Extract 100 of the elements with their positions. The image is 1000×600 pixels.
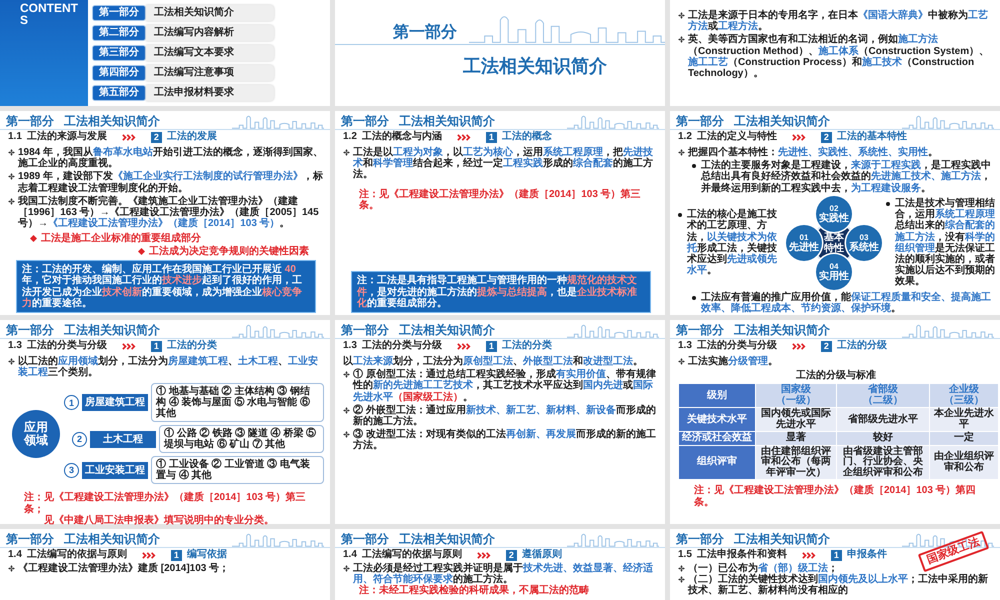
table-cell: 一定 [930, 432, 998, 445]
slide-title: 工法相关知识简介 [734, 322, 830, 338]
part-label: 第一部分 [676, 531, 724, 547]
section-title: 工法的分类与分级 [362, 340, 442, 352]
slide-title: 工法相关知识简介 [734, 531, 830, 547]
section-number: 1.1 [8, 131, 22, 143]
bullet-icon [692, 164, 696, 168]
note-text: 见《中建八局工法申报表》填写说明中的专业分类。 [43, 514, 275, 526]
slide-title: 工法相关知识简介 [399, 113, 495, 129]
column-header: 级别 [679, 384, 755, 408]
column-header: 国家级 （一级） [756, 384, 836, 408]
chevron-icon [456, 134, 471, 140]
bullet-icon [678, 358, 685, 365]
bullet-text: 工法的核心是施工技术的工艺原理、方法，以关键技术为依托形成工法，关键技术应达到先进或领先水平。 [687, 209, 778, 276]
topic-title: 工法的分类 [502, 340, 552, 352]
slide-thumbnail[interactable]: 工法是来源于日本的专用名字，在日本《国语大辞典》中被称为工艺方法或工程方法。 英、美等西方国家也有和工法相近的名词，例如施工方法 （Construction Method）、施工体系（Construction System）、 施工工艺（Construction Process）和施工技术（Construction Technology）。 [670, 0, 1000, 106]
slide-thumbnail[interactable]: 第一部分 工法相关知识简介 1.2 工法的概念与内涵 1 工法的概念 工法是以工程为对象，以工艺为核心，运用系统工程原理，把先进技术和科学管理结合起来，经过一定工程实践形成的综合配套的施工方法。 注：见《工程建设工法管理办法》（建质［2014］103 号）第三条。 注：工法是具有指导工程施工与管理作用的一种规范化的技术文件，是对先进的施工方法的提炼与总结提高，也是企业技术标准化的重要组成部分。 [335, 111, 665, 315]
chevron-icon [122, 134, 136, 140]
chevron-icon [456, 342, 471, 350]
row-header: 关键技术水平 [679, 408, 755, 432]
bullet-icon [886, 202, 890, 206]
bullet-text: 工法是来源于日本的专用名字，在日本《国语大辞典》中被称为工艺方法或工程方法。 [688, 10, 989, 32]
topic-title: 工法的分类 [166, 340, 217, 352]
feature-circle: 02 实践性 [816, 196, 852, 232]
note-text: 注：见《工程建设工法管理办法》（建质［2014］103 号）第三条； [24, 492, 307, 515]
slide-title: 工法相关知识简介 [734, 113, 830, 129]
number-badge: 1 [830, 550, 842, 560]
body-text: 以工法来源划分，工法分为原创型工法、外嵌型工法和改进型工法。 [343, 356, 644, 368]
section-number: 1.4 [8, 549, 22, 561]
number-circle: 3 [64, 462, 79, 478]
part-label: 第一部分 [341, 322, 389, 338]
bullet-text: 工法的主要服务对象是工程建设，来源于工程实践，是工程实践中总结出具有良好经济效益和社会效益的先进施工技术、施工方法，并最终运用到新的工程实践中去，为工程建设服务。 [701, 160, 992, 194]
number-badge: 1 [486, 132, 497, 142]
bullet-text: 1989 年，建设部下发《施工企业实行工法制度的试行管理办法》，标志着工程建设工法管理制度化的开始。 [18, 171, 324, 194]
bullet-text: 工法应有普遍的推广应用价值，能保证工程质量和安全、提高施工效率、降低工程成本、节约资源、保护环境。 [701, 292, 992, 314]
part-label: 第三部分 [92, 45, 146, 61]
table-cell: 本企业先进水平 [930, 408, 998, 432]
feature-circle: 01 先进性 [786, 224, 822, 261]
section-number: 1.3 [678, 340, 692, 352]
slide-thumbnail[interactable] [0, 111, 330, 315]
bullet-text: 工法是技术与管理相结合，运用系统工程原理 总结出来的综合配套的施工方法，没有科学的组织管理是无法保证工法的顺利实施的，或者实施以后达不到预期的效果。 [895, 198, 996, 288]
stamp: 国家级工法 [918, 530, 990, 572]
part-label: 第四部分 [92, 65, 146, 81]
chevron-icon [476, 552, 491, 558]
bullet-text: （二）工法的关键性技术达到国内领先及以上水平；工法中采用的新技术、新工艺、新材料尚没有相应的 [688, 574, 989, 597]
section-number: 1.3 [8, 340, 22, 352]
chevron-icon [802, 552, 816, 558]
bullet-icon [678, 36, 685, 44]
bullet-icon [8, 198, 15, 205]
bullet-icon [343, 149, 350, 156]
section-number: 1.3 [343, 340, 357, 352]
section-title: 工法的分类与分级 [26, 340, 107, 352]
part-title: 工法申报材料要求 [146, 85, 274, 101]
table-cell: 省部级先进水平 [837, 408, 929, 432]
slide-thumbnail[interactable] [670, 320, 1000, 524]
slide-thumbnail[interactable]: 第一部分 工法相关知识简介 [335, 0, 665, 106]
number-badge: 1 [150, 340, 162, 352]
slide-thumbnail[interactable]: CONTENTS 第一部分 工法相关知识简介 第二部分 工法编写内容解析 第三部分 工法编写文本要求 第四部分 工法编写注意事项 第五部分 工法申报材料要求 [0, 0, 330, 106]
part-label: 第一部分 [341, 113, 389, 129]
slide-title: 工法相关知识简介 [399, 531, 495, 547]
note-text: 注：见《工程建设工法管理办法》（建质［2014］103 号）第四条。 [694, 485, 977, 508]
section-title: 工法的概念与内涵 [362, 131, 442, 143]
feature-circle: 03 系统性 [846, 224, 882, 261]
number-badge: 1 [170, 550, 182, 560]
table-cell: 国内领先或国际先进水平 [756, 408, 836, 432]
slide-thumbnail[interactable]: 第一部分 工法相关知识简介 1.4 工法编写的依据与原则 2 遵循原则 工法必须是经过工程实践并证明是属于技术先进、效益显著、经济适用、符合节能环保要求的施工方法。 注：未经工程实践检验的科研成果，不属工法的范畴 [335, 529, 665, 600]
diamond-icon [138, 248, 145, 255]
bullet-icon [678, 149, 685, 156]
bullet-text: 1984 年，我国从鲁布革水电站开始引进工法的概念，逐渐得到国家、施工企业的高度重视。 [18, 147, 324, 170]
number-circle: 2 [72, 432, 87, 447]
section-number: 1.2 [343, 131, 357, 143]
slide-thumbnail[interactable] [0, 320, 330, 524]
topic-title: 工法的基本特性 [836, 131, 907, 143]
number-badge: 1 [486, 340, 497, 352]
slide-thumbnail[interactable] [335, 320, 665, 524]
slide-title: 工法相关知识简介 [64, 322, 160, 338]
category-detail: ① 公路 ② 铁路 ③ 隧道 ④ 桥梁 ⑤ 堤坝与电站 ⑥ 矿山 ⑦ 其他 [159, 425, 324, 454]
slide-thumbnail[interactable]: 第一部分 工法相关知识简介 1.4 工法编写的依据与原则 1 编写依据 《工程建设工法管理办法》建质 [2014]103 号； [0, 529, 330, 600]
table-cell: 由住建部组织评审和公布（每两年评审一次） [756, 446, 836, 480]
section-title: 工法申报条件和资料 [696, 549, 787, 561]
category-label: 工业安装工程 [82, 462, 148, 479]
part-label: 第二部分 [92, 25, 146, 41]
number-circle: 1 [64, 395, 79, 410]
topic-title: 工法的发展 [166, 131, 217, 143]
key-point-text: 工法是施工企业标准的重要组成部分 [41, 233, 201, 244]
bullet-text: 以工法的应用领域划分，工法分为房屋建筑工程、土木工程、工业安装工程三个类别。 [18, 356, 319, 378]
bullet-icon [678, 213, 682, 218]
category-detail: ① 地基与基础 ② 主体结构 ③ 钢结构 ④ 装饰与屋面 ⑤ 水电与智能 ⑥ 其他 [151, 383, 324, 422]
slide-thumbnail[interactable] [670, 111, 1000, 315]
slide-thumbnail[interactable]: 第一部分 工法相关知识简介 1.5 工法申报条件和资料 1 申报条件 （一）已公布为省（部）级工法； （二）工法的关键性技术达到国内领先及以上水平；工法中采用的新技术、新工艺、新材料尚没有相应的 国家级工法 [670, 529, 1000, 600]
number-badge: 2 [506, 550, 517, 560]
part-label: 第一部分 [676, 322, 724, 338]
section-title: 工法的分类与分级 [696, 340, 777, 352]
part-title: 工法相关知识简介 [146, 5, 274, 21]
bullet-text: ② 外嵌型工法：通过应用新技术、新工艺、新材料、新设备而形成的新的施工方法。 [353, 404, 657, 428]
column-header: 省部级 （二级） [837, 384, 929, 408]
part-title: 工法编写注意事项 [146, 65, 274, 81]
slide-title: 工法相关知识简介 [399, 322, 495, 338]
table-cell: 较好 [837, 432, 929, 445]
row-header: 组织评审 [679, 446, 755, 480]
